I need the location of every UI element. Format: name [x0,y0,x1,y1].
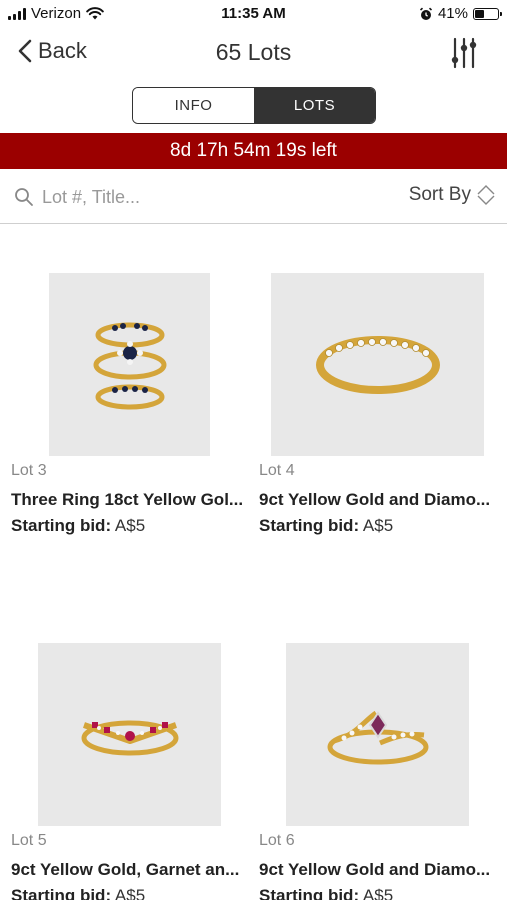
tab-info[interactable]: INFO [133,88,254,123]
lot-starting-bid: Starting bid: A$5 [259,886,393,900]
sort-label: Sort By [408,184,471,205]
lot-number: Lot 4 [259,462,295,479]
lot-starting-bid: Starting bid: A$5 [259,516,393,536]
starting-bid-value: A$5 [114,886,146,900]
lot-title: 9ct Yellow Gold and Diamo... [259,490,491,509]
page-title: 65 Lots [215,39,292,65]
starting-bid-value: A$5 [114,516,146,535]
starting-bid-label: Starting bid: [11,886,112,900]
lot-image-diamond-band [271,273,484,456]
lot-image-three-rings [49,273,210,456]
sort-chevrons-icon [477,185,495,205]
starting-bid-value: A$5 [362,886,394,900]
lot-title: 9ct Yellow Gold and Diamo... [259,860,491,879]
battery-icon [473,7,502,20]
search-icon [15,188,33,206]
search-input[interactable] [42,186,342,208]
filter-icon[interactable] [449,36,483,70]
starting-bid-label: Starting bid: [259,516,360,535]
lot-starting-bid: Starting bid: A$5 [11,516,145,536]
lot-number: Lot 3 [11,462,47,479]
status-right: 41% [419,5,502,22]
battery-fill [475,9,485,18]
lot-image-bypass-ring [286,643,469,826]
starting-bid-label: Starting bid: [11,516,112,535]
tab-lots[interactable]: LOTS [254,88,375,123]
starting-bid-label: Starting bid: [259,886,360,900]
alarm-icon [419,7,433,20]
nav-bar: Back 65 Lots [0,28,507,78]
lot-number: Lot 5 [11,832,47,849]
lot-card[interactable]: Lot 4 9ct Yellow Gold and Diamo... Start… [253,225,507,555]
search-field [14,178,354,216]
search-row: Sort By [0,170,507,224]
battery-percent: 41% [437,5,468,22]
segmented-control: INFO LOTS [132,87,376,124]
status-bar: Verizon 11:35 AM 41% [0,0,507,28]
lot-starting-bid: Starting bid: A$5 [11,886,145,900]
starting-bid-value: A$5 [362,516,394,535]
lot-image-garnet-ring [38,643,221,826]
countdown-banner: 8d 17h 54m 19s left [0,133,507,169]
lot-title: Three Ring 18ct Yellow Gol... [11,490,244,509]
lot-card[interactable]: Lot 3 Three Ring 18ct Yellow Gol... Star… [0,225,253,555]
lot-card[interactable]: Lot 5 9ct Yellow Gold, Garnet an... Star… [0,595,253,900]
sort-button[interactable]: Sort By [409,184,497,206]
lot-card[interactable]: Lot 6 9ct Yellow Gold and Diamo... Start… [253,595,507,900]
lot-number: Lot 6 [259,832,295,849]
lot-title: 9ct Yellow Gold, Garnet an... [11,860,240,879]
